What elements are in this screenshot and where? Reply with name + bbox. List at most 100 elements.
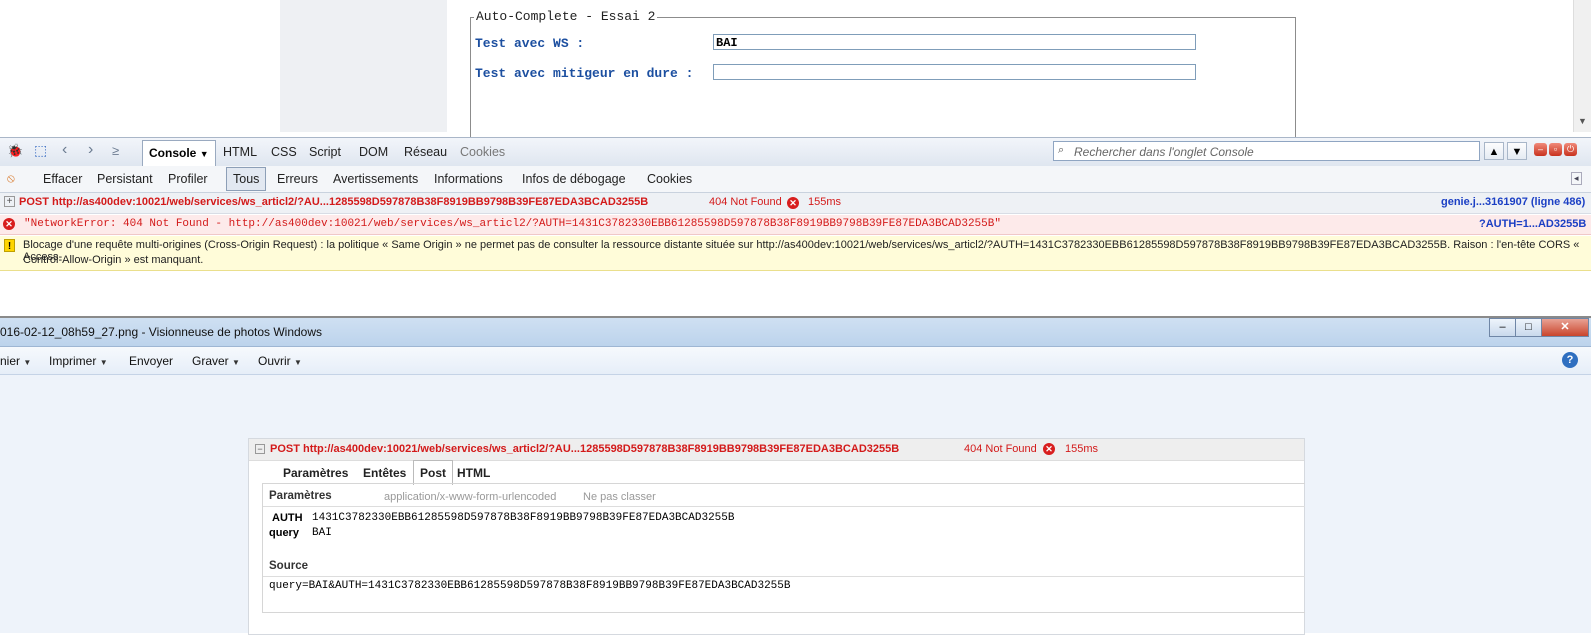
request-url[interactable]: POST http://as400dev:10021/web/services/… (19, 196, 648, 208)
maximize-icon: □ (1525, 321, 1532, 333)
expand-icon[interactable]: + (4, 196, 15, 207)
chevron-up-icon: ▲ (1488, 146, 1500, 158)
request-source-link[interactable]: genie.j...3161907 (ligne 486) (1441, 196, 1585, 208)
inner-request-url: POST http://as400dev:10021/web/services/… (270, 443, 900, 455)
maximize-window-button[interactable]: □ (1515, 318, 1542, 337)
photo-viewer-titlebar: 016-02-12_08h59_27.png - Visionneuse de … (0, 318, 1591, 347)
tab-console-label: Console (149, 146, 197, 160)
chevron-down-icon: ▼ (1511, 146, 1523, 158)
params-content-type: application/x-www-form-urlencoded (384, 491, 557, 503)
search-next-button[interactable]: ▼ (1507, 142, 1527, 160)
warning-icon: ! (4, 239, 15, 252)
error-source-link[interactable]: ?AUTH=1...AD3255B (1479, 218, 1586, 230)
firebug-icon[interactable]: 🐞 (7, 143, 23, 159)
filter-cookies[interactable]: Cookies (647, 172, 692, 186)
tab-script[interactable]: Script (309, 145, 341, 159)
tab-dom[interactable]: DOM (359, 145, 388, 159)
tab-reseau[interactable]: Réseau (404, 145, 447, 159)
filter-tous[interactable]: Tous (226, 167, 267, 191)
inner-tab-parametres: Paramètres (283, 466, 349, 480)
minimize-icon: – (1537, 144, 1543, 154)
minimize-window-button[interactable]: – (1489, 318, 1516, 337)
left-column (280, 0, 447, 132)
menu-fichier-label: nier (0, 354, 21, 368)
window-icon: ▫ (1553, 144, 1558, 154)
profiler-button[interactable]: Profiler (168, 172, 208, 186)
param-key: AUTH (272, 512, 303, 524)
console-empty-area (0, 272, 1591, 318)
close-firebug-button[interactable]: ⏻ (1564, 143, 1577, 156)
param-value: BAI (312, 527, 332, 539)
filter-informations[interactable]: Informations (434, 172, 503, 186)
param-key: query (269, 527, 299, 539)
menu-graver-label: Graver (192, 354, 229, 368)
command-line-icon[interactable]: ≥ (112, 143, 119, 158)
tab-console[interactable]: Console ▼ (142, 140, 216, 166)
field2-label: Test avec mitigeur en dure : (475, 66, 694, 81)
chevron-down-icon: ▼ (232, 358, 240, 367)
forward-icon[interactable]: › (88, 141, 93, 159)
filter-avertissements[interactable]: Avertissements (333, 172, 418, 186)
inner-tab-post: Post (413, 460, 454, 485)
console-request-row[interactable]: + POST http://as400dev:10021/web/service… (0, 193, 1591, 214)
filter-debug[interactable]: Infos de débogage (522, 172, 626, 186)
cors-warning-line2: Control-Allow-Origin » est manquant. (23, 254, 204, 266)
divider (263, 576, 1305, 577)
error-icon: ✕ (1043, 443, 1055, 455)
clear-console-icon[interactable]: ⦸ (7, 171, 15, 186)
param-value: 1431C3782330EBB61285598D597878B38F8919BB… (312, 512, 735, 524)
menu-envoyer[interactable]: Envoyer (129, 354, 173, 368)
close-window-button[interactable]: ✕ (1541, 318, 1589, 337)
tab-css[interactable]: CSS (271, 145, 297, 159)
fieldset-legend: Auto-Complete - Essai 2 (474, 9, 658, 24)
menu-ouvrir[interactable]: Ouvrir ▼ (258, 354, 302, 368)
window-title: 016-02-12_08h59_27.png - Visionneuse de … (0, 325, 323, 339)
console-filter-bar: ⦸ Effacer Persistant Profiler Tous Erreu… (0, 166, 1591, 193)
mitigeur-input[interactable] (713, 64, 1196, 80)
tab-cookies[interactable]: Cookies (460, 145, 505, 159)
error-icon: ✕ (787, 197, 799, 209)
search-prev-button[interactable]: ▲ (1484, 142, 1504, 160)
ws-input[interactable]: BAI (713, 34, 1196, 50)
back-icon[interactable]: ‹ (62, 141, 67, 159)
minimize-firebug-button[interactable]: – (1534, 143, 1547, 156)
field1-label: Test avec WS : (475, 36, 585, 51)
web-page: Auto-Complete - Essai 2 Test avec WS : B… (0, 0, 1591, 148)
page-scrollbar[interactable]: ▼ (1573, 0, 1591, 132)
post-panel: Paramètres application/x-www-form-urlenc… (262, 483, 1305, 613)
tab-html[interactable]: HTML (223, 145, 257, 159)
divider (263, 506, 1305, 507)
source-value: query=BAI&AUTH=1431C3782330EBB61285598D5… (269, 580, 791, 592)
menu-imprimer-label: Imprimer (49, 354, 97, 368)
power-icon: ⏻ (1566, 144, 1575, 154)
firebug-toolbar: 🐞 ⬚ ‹ › ≥ Console ▼ HTML CSS Script DOM … (0, 137, 1591, 167)
console-warning-row: ! Blocage d'une requête multi-origines (… (0, 236, 1591, 271)
menu-fichier[interactable]: nier ▼ (0, 354, 31, 368)
filter-erreurs[interactable]: Erreurs (277, 172, 318, 186)
menu-graver[interactable]: Graver ▼ (192, 354, 240, 368)
menu-ouvrir-label: Ouvrir (258, 354, 291, 368)
inspect-icon[interactable]: ⬚ (34, 142, 47, 159)
collapse-panel-icon[interactable]: ◂ (1571, 172, 1582, 185)
chevron-down-icon: ▼ (199, 149, 209, 159)
close-icon: ✕ (1560, 321, 1570, 333)
cors-warning-line1: Blocage d'une requête multi-origines (Cr… (23, 239, 1580, 263)
detach-firebug-button[interactable]: ▫ (1549, 143, 1562, 156)
error-icon: ✕ (3, 218, 15, 230)
effacer-button[interactable]: Effacer (43, 172, 82, 186)
minimize-icon: – (1499, 321, 1506, 333)
help-icon[interactable]: ? (1562, 352, 1578, 368)
displayed-screenshot: − POST http://as400dev:10021/web/service… (248, 438, 1305, 635)
persistant-button[interactable]: Persistant (97, 172, 153, 186)
request-status: 404 Not Found (709, 196, 782, 208)
chevron-down-icon: ▼ (294, 358, 302, 367)
inner-tab-html: HTML (457, 466, 491, 480)
network-error-message: "NetworkError: 404 Not Found - http://as… (24, 218, 1001, 230)
menu-imprimer[interactable]: Imprimer ▼ (49, 354, 108, 368)
search-icon: ⌕ (1058, 144, 1065, 156)
console-search-input[interactable]: Rechercher dans l'onglet Console (1053, 141, 1480, 161)
params-header: Paramètres (269, 490, 332, 502)
inner-request-status: 404 Not Found (964, 443, 1037, 455)
scroll-down-icon[interactable]: ▼ (1578, 116, 1587, 126)
console-error-row: ✕ "NetworkError: 404 Not Found - http://… (0, 215, 1591, 235)
